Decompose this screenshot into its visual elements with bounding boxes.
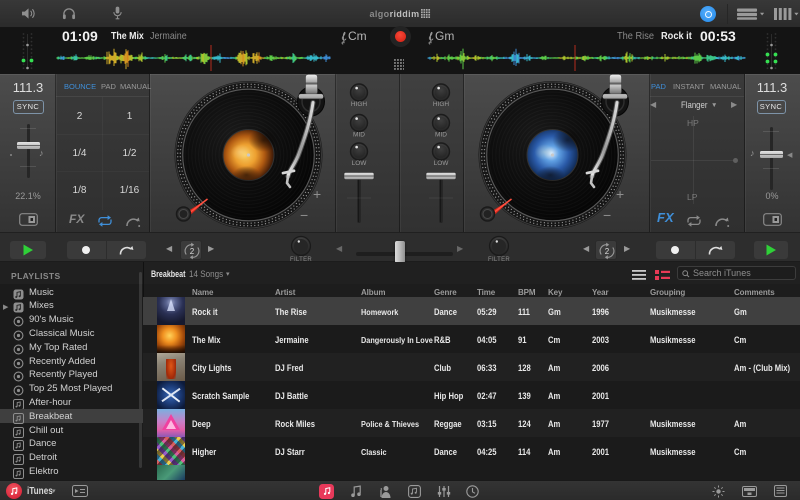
svg-text:HIGH: HIGH — [351, 101, 368, 108]
svg-text:LOW: LOW — [352, 160, 368, 167]
svg-text:2: 2 — [605, 247, 610, 256]
svg-text:MID: MID — [353, 132, 365, 139]
svg-text:2: 2 — [190, 247, 195, 256]
svg-text:MID: MID — [435, 132, 447, 139]
svg-text:HIGH: HIGH — [433, 101, 450, 108]
svg-text:LOW: LOW — [434, 160, 450, 167]
